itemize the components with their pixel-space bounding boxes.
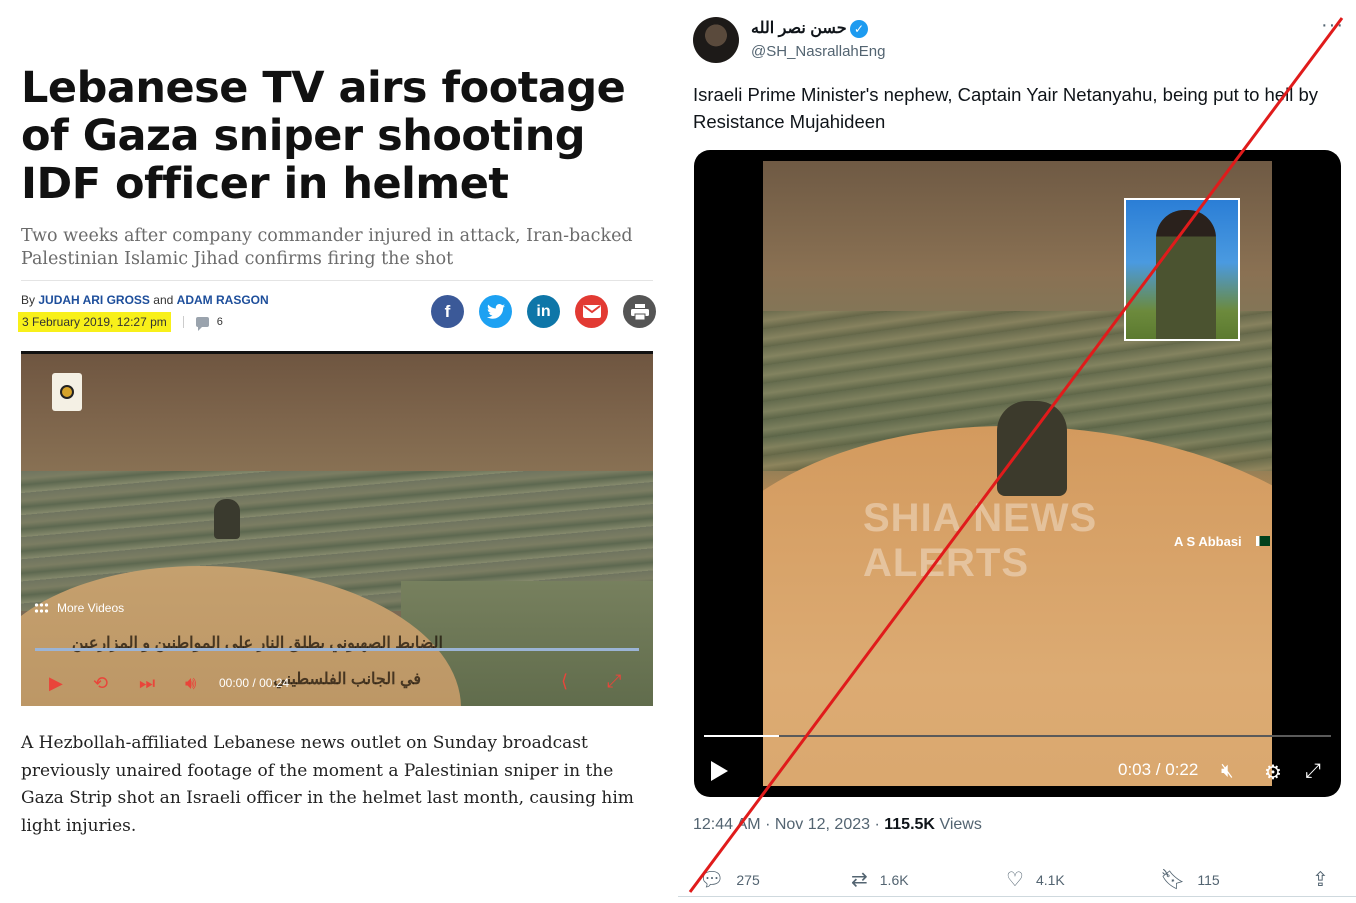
video-frame: SHIA NEWS ALERTS A S Abbasi (763, 161, 1272, 786)
divider (678, 896, 1356, 897)
video-caption-line-2: في الجانب الفلسطيني (273, 671, 421, 688)
meta-dot: · (765, 816, 771, 833)
facebook-icon: f (444, 301, 451, 321)
views-count: 115.5K (884, 816, 935, 833)
more-videos-label: More Videos (57, 601, 125, 615)
print-button[interactable] (623, 295, 656, 328)
divider (182, 316, 184, 328)
channel-logo (52, 373, 82, 411)
author-link-2[interactable]: ADAM RASGON (177, 293, 269, 307)
video-top-bar (21, 351, 653, 354)
byline-prefix: By (21, 293, 36, 307)
article-video-player[interactable]: More Videos الضابط الصهيوني بطلق النار ع… (21, 351, 653, 706)
inset-photo (1124, 198, 1240, 341)
next-icon[interactable]: ⏭ (139, 673, 155, 694)
author-link-1[interactable]: JUDAH ARI GROSS (38, 293, 150, 307)
facebook-share-button[interactable]: f (431, 295, 464, 328)
video-total-time: 00:24 (259, 676, 290, 690)
share-upload-icon: ⇪ (1312, 869, 1329, 891)
mute-icon[interactable]: 🔇︎ (1221, 760, 1234, 783)
video-frame-background (21, 351, 653, 481)
tweet-meta: 12:44 AM · Nov 12, 2023 · 115.5K Views (693, 816, 982, 834)
video-progress-fill (704, 735, 779, 737)
repost-button[interactable]: ⇄ 1.6K (851, 870, 909, 890)
meta-dot: · (874, 816, 880, 833)
publish-date: 3 February 2019, 12:27 pm (18, 312, 171, 332)
reply-icon: 💬︎ (699, 869, 725, 891)
repeat-icon[interactable]: ⟲ (93, 673, 108, 694)
bookmark-icon: 🔖︎ (1160, 869, 1186, 891)
user-handle[interactable]: @SH_NasrallahEng (751, 43, 885, 60)
bookmark-button[interactable]: 🔖︎ 115 (1160, 870, 1220, 890)
more-videos-button[interactable]: More Videos (34, 601, 124, 615)
video-time: 00:00 / 00:24 (219, 676, 289, 690)
avatar[interactable] (693, 17, 739, 63)
video-frame-soldier (997, 401, 1067, 496)
share-buttons: f in (431, 295, 656, 328)
twitter-share-button[interactable] (479, 295, 512, 328)
video-progress-bar[interactable] (35, 648, 639, 651)
article-headline: Lebanese TV airs footage of Gaza sniper … (21, 63, 626, 209)
time-separator: / (252, 676, 256, 690)
like-count: 4.1K (1035, 872, 1065, 888)
article-panel: Lebanese TV airs footage of Gaza sniper … (0, 0, 672, 903)
grid-icon (34, 602, 49, 614)
tweet-panel: حسن نصر الله ✓ @SH_NasrallahEng ··· Isra… (678, 0, 1356, 903)
tweet-video-player[interactable]: SHIA NEWS ALERTS A S Abbasi 0:03 / 0:22 … (694, 150, 1341, 797)
play-icon[interactable] (711, 761, 728, 781)
email-icon (582, 305, 601, 318)
linkedin-icon: in (536, 302, 551, 320)
settings-gear-icon[interactable]: ⚙ (1264, 760, 1282, 785)
article-body: A Hezbollah-affiliated Lebanese news out… (21, 733, 634, 836)
linkedin-share-button[interactable]: in (527, 295, 560, 328)
byline-and: and (153, 293, 174, 307)
tweet-date[interactable]: Nov 12, 2023 (775, 816, 870, 833)
twitter-icon (486, 304, 505, 319)
volume-icon[interactable]: 🔊︎ (185, 673, 196, 694)
video-progress-track[interactable] (704, 735, 1331, 737)
video-frame-soldier (214, 499, 240, 539)
divider (21, 280, 653, 281)
play-icon[interactable]: ▶ (49, 673, 63, 694)
fullscreen-icon[interactable]: ⤢ (1305, 760, 1321, 783)
date-row: 3 February 2019, 12:27 pm 6 (18, 311, 223, 333)
video-current-time: 00:00 (219, 676, 250, 690)
print-icon (630, 303, 649, 320)
repost-icon: ⇄ (851, 869, 868, 891)
comment-icon[interactable] (195, 317, 209, 331)
email-share-button[interactable] (575, 295, 608, 328)
comment-count[interactable]: 6 (217, 316, 223, 328)
share-button[interactable]: ⇪ (1312, 870, 1329, 890)
tweet-time[interactable]: 12:44 AM (693, 816, 761, 833)
byline: By JUDAH ARI GROSS and ADAM RASGON (21, 293, 269, 307)
flag-icon (1256, 536, 1270, 546)
bookmark-count: 115 (1197, 872, 1220, 888)
tweet-text: Israeli Prime Minister's nephew, Captain… (693, 84, 1318, 132)
reply-count: 275 (736, 872, 760, 888)
verified-badge-icon: ✓ (850, 20, 868, 38)
share-icon[interactable]: ⟨ (561, 671, 568, 692)
reply-button[interactable]: 💬︎ 275 (699, 870, 760, 890)
fullscreen-icon[interactable]: ⤢ (607, 671, 621, 692)
repost-count: 1.6K (879, 872, 909, 888)
like-button[interactable]: ♡ 4.1K (1006, 870, 1065, 890)
article-subhead: Two weeks after company commander injure… (21, 226, 633, 269)
views-label: Views (939, 816, 982, 833)
more-options-icon[interactable]: ··· (1321, 14, 1344, 37)
video-time: 0:03 / 0:22 (1118, 760, 1199, 779)
display-name[interactable]: حسن نصر الله (751, 18, 847, 38)
heart-icon: ♡ (1006, 869, 1024, 891)
video-overlay-name: A S Abbasi (1174, 534, 1242, 549)
